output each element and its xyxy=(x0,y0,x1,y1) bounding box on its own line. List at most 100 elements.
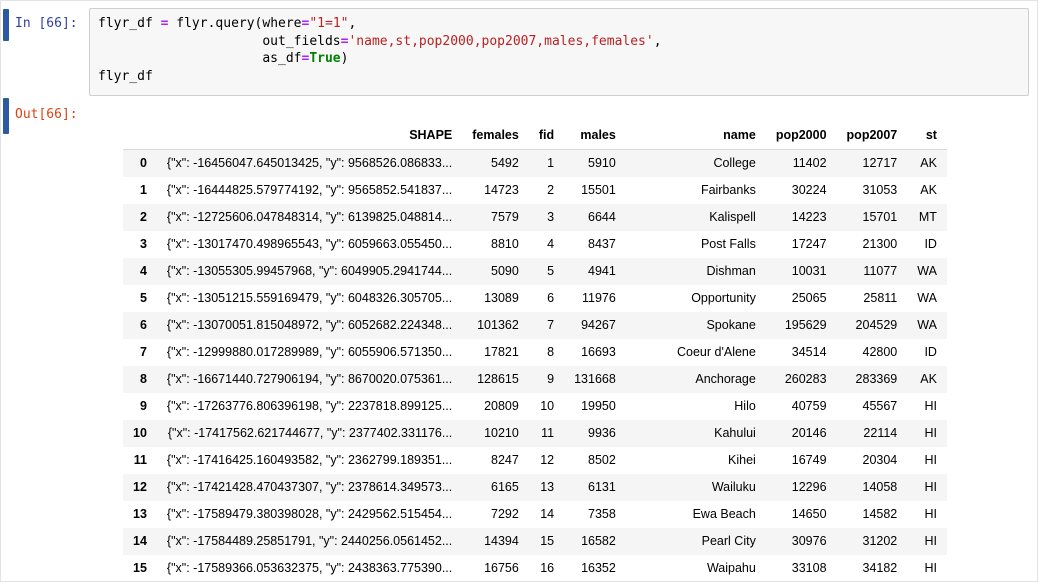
row-index: 7 xyxy=(123,339,157,366)
column-header-SHAPE: SHAPE xyxy=(157,122,462,150)
cell-pop2000: 12296 xyxy=(766,474,837,501)
cell-st: MT xyxy=(907,204,947,231)
cell-females: 7292 xyxy=(462,501,529,528)
cell-name: Hilo xyxy=(626,393,766,420)
code-editor[interactable]: flyr_df = flyr.query(where="1=1", out_fi… xyxy=(89,8,1029,96)
cell-name: Kihei xyxy=(626,447,766,474)
cell-name: Coeur d'Alene xyxy=(626,339,766,366)
table-row: 13{"x": -17589479.380398028, "y": 242956… xyxy=(123,501,947,528)
index-column-header xyxy=(123,122,157,150)
cell-females: 128615 xyxy=(462,366,529,393)
cell-fid: 10 xyxy=(529,393,564,420)
cell-st: HI xyxy=(907,393,947,420)
cell-name: Opportunity xyxy=(626,285,766,312)
cell-st: HI xyxy=(907,501,947,528)
cell-males: 16352 xyxy=(564,555,626,582)
cell-males: 94267 xyxy=(564,312,626,339)
cell-name: Ewa Beach xyxy=(626,501,766,528)
code-token: , xyxy=(654,34,662,49)
cell-name: Post Falls xyxy=(626,231,766,258)
cell-fid: 8 xyxy=(529,339,564,366)
cell-pop2007: 14058 xyxy=(837,474,908,501)
cell-SHAPE: {"x": -17263776.806396198, "y": 2237818.… xyxy=(157,393,462,420)
cell-SHAPE: {"x": -13055305.99457968, "y": 6049905.2… xyxy=(157,258,462,285)
cell-pop2000: 30976 xyxy=(766,528,837,555)
row-index: 4 xyxy=(123,258,157,285)
dataframe-body: 0{"x": -16456047.645013425, "y": 9568526… xyxy=(123,150,947,582)
row-index: 8 xyxy=(123,366,157,393)
cell-SHAPE: {"x": -17421428.470437307, "y": 2378614.… xyxy=(157,474,462,501)
cell-females: 8247 xyxy=(462,447,529,474)
cell-pop2007: 20304 xyxy=(837,447,908,474)
column-header-pop2000: pop2000 xyxy=(766,122,837,150)
cell-fid: 6 xyxy=(529,285,564,312)
cell-females: 6165 xyxy=(462,474,529,501)
table-row: 9{"x": -17263776.806396198, "y": 2237818… xyxy=(123,393,947,420)
row-index: 9 xyxy=(123,393,157,420)
row-index: 14 xyxy=(123,528,157,555)
row-index: 15 xyxy=(123,555,157,582)
cell-pop2000: 11402 xyxy=(766,150,837,178)
cell-pop2000: 14650 xyxy=(766,501,837,528)
cell-pop2000: 34514 xyxy=(766,339,837,366)
cell-st: ID xyxy=(907,339,947,366)
cell-pop2007: 15701 xyxy=(837,204,908,231)
cell-pop2000: 14223 xyxy=(766,204,837,231)
input-cell-collapser[interactable] xyxy=(3,9,9,41)
dataframe-header: SHAPEfemalesfidmalesnamepop2000pop2007st xyxy=(123,122,947,150)
code-token: True xyxy=(309,51,340,66)
dataframe-table: SHAPEfemalesfidmalesnamepop2000pop2007st… xyxy=(123,122,947,582)
cell-pop2007: 22114 xyxy=(837,420,908,447)
cell-fid: 15 xyxy=(529,528,564,555)
cell-pop2000: 10031 xyxy=(766,258,837,285)
row-index: 6 xyxy=(123,312,157,339)
cell-st: WA xyxy=(907,258,947,285)
cell-pop2007: 45567 xyxy=(837,393,908,420)
code-token: ) xyxy=(341,51,349,66)
cell-st: HI xyxy=(907,420,947,447)
row-index: 2 xyxy=(123,204,157,231)
cell-st: WA xyxy=(907,312,947,339)
row-index: 5 xyxy=(123,285,157,312)
cell-st: AK xyxy=(907,366,947,393)
cell-st: WA xyxy=(907,285,947,312)
cell-pop2007: 42800 xyxy=(837,339,908,366)
column-header-st: st xyxy=(907,122,947,150)
cell-st: AK xyxy=(907,150,947,178)
table-row: 10{"x": -17417562.621744677, "y": 237740… xyxy=(123,420,947,447)
cell-pop2007: 25811 xyxy=(837,285,908,312)
cell-pop2000: 20146 xyxy=(766,420,837,447)
cell-SHAPE: {"x": -12725606.047848314, "y": 6139825.… xyxy=(157,204,462,231)
cell-females: 7579 xyxy=(462,204,529,231)
cell-males: 7358 xyxy=(564,501,626,528)
output-cell: Out[66]: SHAPEfemalesfidmalesnamepop2000… xyxy=(1,106,1037,582)
cell-pop2007: 34182 xyxy=(837,555,908,582)
column-header-name: name xyxy=(626,122,766,150)
output-area: SHAPEfemalesfidmalesnamepop2000pop2007st… xyxy=(89,106,1037,582)
cell-st: AK xyxy=(907,177,947,204)
row-index: 13 xyxy=(123,501,157,528)
cell-pop2007: 14582 xyxy=(837,501,908,528)
table-row: 4{"x": -13055305.99457968, "y": 6049905.… xyxy=(123,258,947,285)
column-header-pop2007: pop2007 xyxy=(837,122,908,150)
cell-fid: 5 xyxy=(529,258,564,285)
row-index: 10 xyxy=(123,420,157,447)
cell-males: 16582 xyxy=(564,528,626,555)
cell-name: Wailuku xyxy=(626,474,766,501)
cell-pop2000: 260283 xyxy=(766,366,837,393)
cell-males: 15501 xyxy=(564,177,626,204)
code-token: flyr_df xyxy=(98,69,153,84)
table-row: 6{"x": -13070051.815048972, "y": 6052682… xyxy=(123,312,947,339)
cell-females: 17821 xyxy=(462,339,529,366)
output-cell-collapser[interactable] xyxy=(3,98,9,134)
cell-females: 5492 xyxy=(462,150,529,178)
cell-females: 101362 xyxy=(462,312,529,339)
table-row: 15{"x": -17589366.053632375, "y": 243836… xyxy=(123,555,947,582)
cell-pop2007: 204529 xyxy=(837,312,908,339)
cell-fid: 1 xyxy=(529,150,564,178)
table-row: 0{"x": -16456047.645013425, "y": 9568526… xyxy=(123,150,947,178)
row-index: 11 xyxy=(123,447,157,474)
row-index: 0 xyxy=(123,150,157,178)
input-prompt: In [66]: xyxy=(1,8,89,32)
cell-fid: 14 xyxy=(529,501,564,528)
